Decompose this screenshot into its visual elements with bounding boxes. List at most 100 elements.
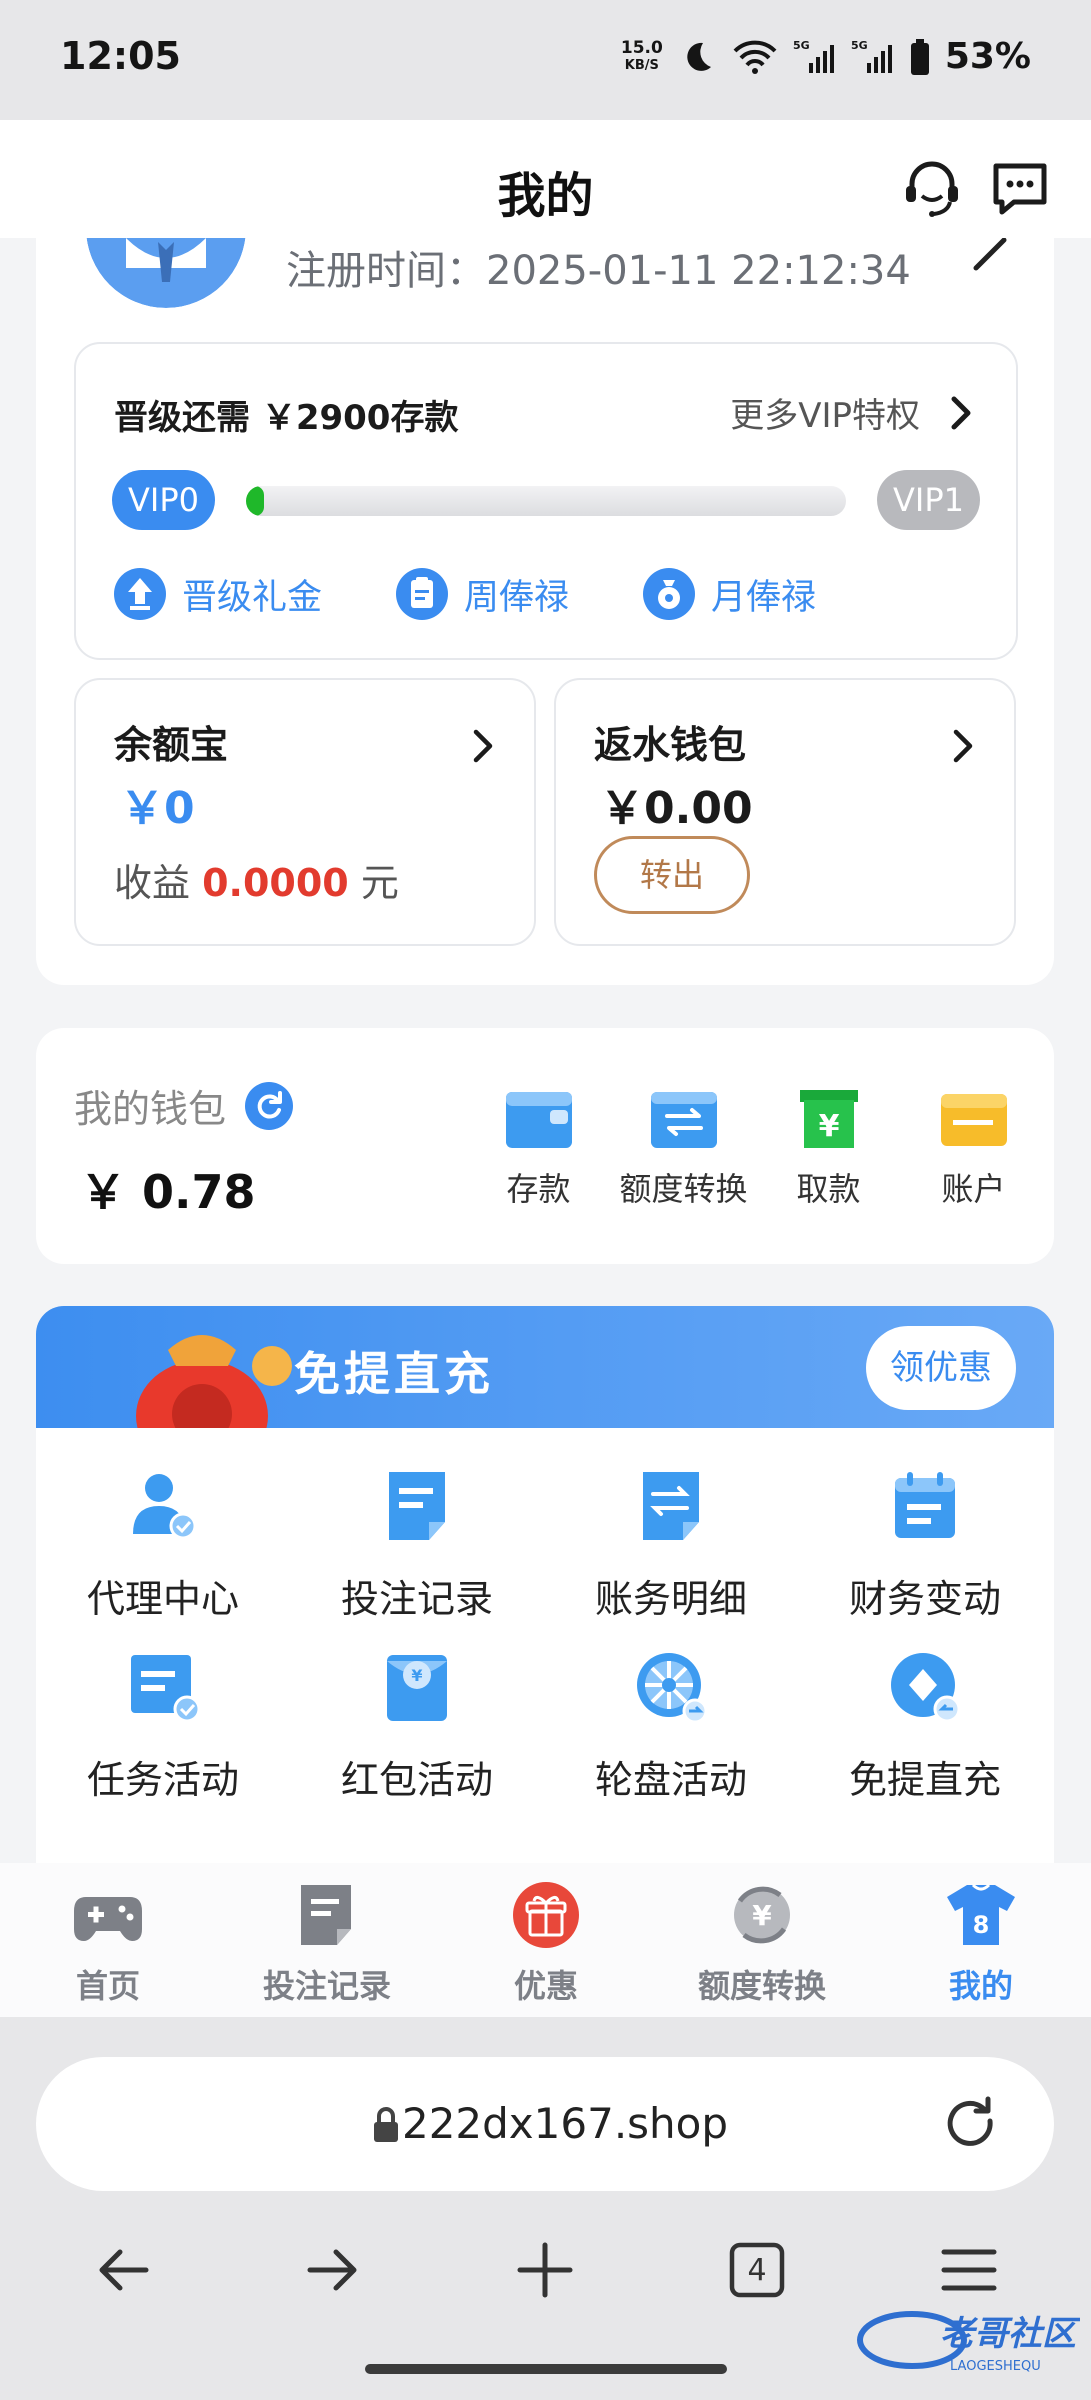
income-value: 0.0000 <box>202 861 349 905</box>
roulette-icon <box>637 1653 708 1724</box>
rebate-wallet-card[interactable]: 返水钱包 ￥0.00 转出 <box>554 678 1016 946</box>
jersey-number: 8 <box>973 1911 990 1939</box>
perk-label: 月俸禄 <box>711 577 817 618</box>
promo-banner[interactable]: 免提直充 领优惠 <box>36 1306 1054 1428</box>
nav-promotions[interactable]: 优惠 <box>456 1881 636 2007</box>
vip-progress-panel: 晋级还需 ￥2900存款 更多VIP特权 VIP0 VIP1 晋级礼金 周俸禄 … <box>74 342 1018 660</box>
perk-upgrade-bonus[interactable]: 晋级礼金 <box>112 566 322 622</box>
transfer-card-icon <box>650 1092 717 1148</box>
grid-item-label: 账务明细 <box>594 1577 747 1621</box>
yuebao-amount: ￥0 <box>120 783 195 834</box>
grid-item-bet-records[interactable]: 投注记录 <box>290 1464 544 1623</box>
wifi-icon <box>733 40 777 74</box>
svg-text:¥: ¥ <box>752 1899 772 1932</box>
avatar[interactable] <box>86 238 246 308</box>
task-icon <box>131 1655 201 1723</box>
my-wallet-label-row: 我的钱包 <box>74 1078 294 1133</box>
vip-progress-fill <box>246 486 264 516</box>
perk-weekly-salary[interactable]: 周俸禄 <box>394 566 569 622</box>
tabs-button[interactable]: 4 <box>722 2235 792 2305</box>
jersey-icon: 8 <box>947 1883 1015 1945</box>
grid-item-finance-changes[interactable]: 财务变动 <box>798 1464 1052 1623</box>
my-wallet-balance: ￥ 0.78 <box>80 1165 256 1219</box>
gift-icon <box>513 1882 579 1948</box>
gesture-bar[interactable] <box>365 2364 727 2374</box>
chevron-right-icon <box>951 396 971 429</box>
account-card-icon <box>940 1094 1007 1146</box>
nav-bet-records[interactable]: 投注记录 <box>237 1881 417 2007</box>
watermark-logo: 老哥社区 LAOGESHEQU <box>857 2311 1080 2374</box>
address-bar[interactable]: 222dx167.shop <box>36 2057 1054 2191</box>
claim-offer-button[interactable]: 领优惠 <box>866 1326 1016 1410</box>
bet-record-icon <box>389 1472 445 1540</box>
withdraw-button[interactable]: ¥ 取款 <box>756 1088 901 1210</box>
tab-count: 4 <box>747 2253 767 2288</box>
edit-icon[interactable] <box>964 238 1014 278</box>
battery-icon <box>910 38 929 75</box>
nav-quota-transfer[interactable]: ¥ 额度转换 <box>672 1881 852 2007</box>
deposit-button[interactable]: 存款 <box>466 1088 611 1210</box>
my-wallet-label: 我的钱包 <box>74 1087 227 1131</box>
more-vip-label: 更多VIP特权 <box>730 396 920 436</box>
rebate-wallet-amount: ￥0.00 <box>600 783 753 834</box>
action-label: 账户 <box>941 1170 1006 1208</box>
message-icon[interactable] <box>988 156 1052 220</box>
agent-icon <box>133 1474 197 1540</box>
grid-item-roulette-events[interactable]: 轮盘活动 <box>544 1645 798 1804</box>
more-vip-privileges-link[interactable]: 更多VIP特权 <box>730 388 976 437</box>
status-time: 12:05 <box>60 34 181 78</box>
grid-item-label: 红包活动 <box>340 1758 493 1802</box>
vip-perks: 晋级礼金 周俸禄 月俸禄 <box>112 566 888 622</box>
bet-record-icon <box>301 1885 351 1945</box>
signal-5g-icon: 5G <box>793 39 834 73</box>
clipboard-icon <box>396 568 449 620</box>
nav-mine[interactable]: 8 我的 <box>891 1881 1071 2007</box>
forward-arrow-icon[interactable] <box>298 2235 368 2305</box>
lucky-bag-icon <box>136 1335 292 1428</box>
direct-recharge-icon <box>891 1653 961 1723</box>
perk-label: 周俸禄 <box>464 577 570 618</box>
quota-transfer-button[interactable]: 额度转换 <box>611 1088 756 1210</box>
grid-item-direct-recharge[interactable]: 免提直充 <box>798 1645 1052 1804</box>
page-header: 我的 <box>0 120 1091 238</box>
vip-upgrade-requirement: 晋级还需 ￥2900存款 <box>114 398 459 438</box>
new-tab-plus-icon[interactable] <box>510 2235 580 2305</box>
bottom-navigation: 首页 投注记录 优惠 ¥ 额度转换 8 我的 <box>0 1863 1091 2017</box>
income-suffix: 元 <box>360 861 399 905</box>
refresh-icon[interactable] <box>244 1081 294 1131</box>
grid-item-agent-center[interactable]: 代理中心 <box>36 1464 290 1623</box>
grid-item-account-details[interactable]: 账务明细 <box>544 1464 798 1623</box>
my-wallet-card: 我的钱包 ￥ 0.78 存款 额度转换 ¥ 取款 账户 <box>36 1028 1054 1264</box>
svg-text:LAOGESHEQU: LAOGESHEQU <box>950 2359 1041 2374</box>
grid-item-task-events[interactable]: 任务活动 <box>36 1645 290 1804</box>
deposit-card-icon <box>505 1092 572 1148</box>
network-speed-unit: KB/S <box>624 57 659 73</box>
svg-text:5G: 5G <box>851 39 868 52</box>
feature-grid-card: 代理中心 投注记录 账务明细 财务变动 任务活动 ¥ 红包活动 轮盘活动 免提直… <box>36 1428 1054 1863</box>
grid-item-label: 投注记录 <box>340 1577 493 1621</box>
register-time: 注册时间：2025-01-11 22:12:34 <box>286 248 911 294</box>
wallet-actions: 存款 额度转换 ¥ 取款 账户 <box>466 1088 1046 1210</box>
yuebao-title: 余额宝 <box>114 723 229 767</box>
perk-label: 晋级礼金 <box>182 577 323 618</box>
grid-item-red-packet-events[interactable]: ¥ 红包活动 <box>290 1645 544 1804</box>
vip-next-badge: VIP1 <box>877 470 980 530</box>
network-speed-value: 15.0 <box>620 37 663 58</box>
rebate-wallet-title: 返水钱包 <box>594 723 747 767</box>
page-content[interactable]: 注册时间：2025-01-11 22:12:34 晋级还需 ￥2900存款 更多… <box>0 238 1091 1863</box>
grid-item-label: 代理中心 <box>86 1577 239 1621</box>
yuebao-card[interactable]: 余额宝 ￥0 收益 0.0000 元 <box>74 678 536 946</box>
transfer-out-button[interactable]: 转出 <box>594 836 750 914</box>
customer-service-icon[interactable] <box>900 156 964 220</box>
back-arrow-icon[interactable] <box>88 2235 158 2305</box>
account-button[interactable]: 账户 <box>901 1088 1046 1210</box>
nav-home[interactable]: 首页 <box>18 1881 198 2007</box>
menu-icon[interactable] <box>934 2235 1004 2305</box>
reload-icon[interactable] <box>942 2095 1002 2155</box>
yuan-exchange-icon: ¥ <box>734 1886 790 1944</box>
nav-label: 额度转换 <box>697 1967 826 2005</box>
perk-monthly-salary[interactable]: 月俸禄 <box>641 566 816 622</box>
withdraw-icon: ¥ <box>799 1090 858 1148</box>
red-packet-icon: ¥ <box>387 1655 447 1721</box>
network-speed: 15.0 KB/S <box>621 39 663 75</box>
